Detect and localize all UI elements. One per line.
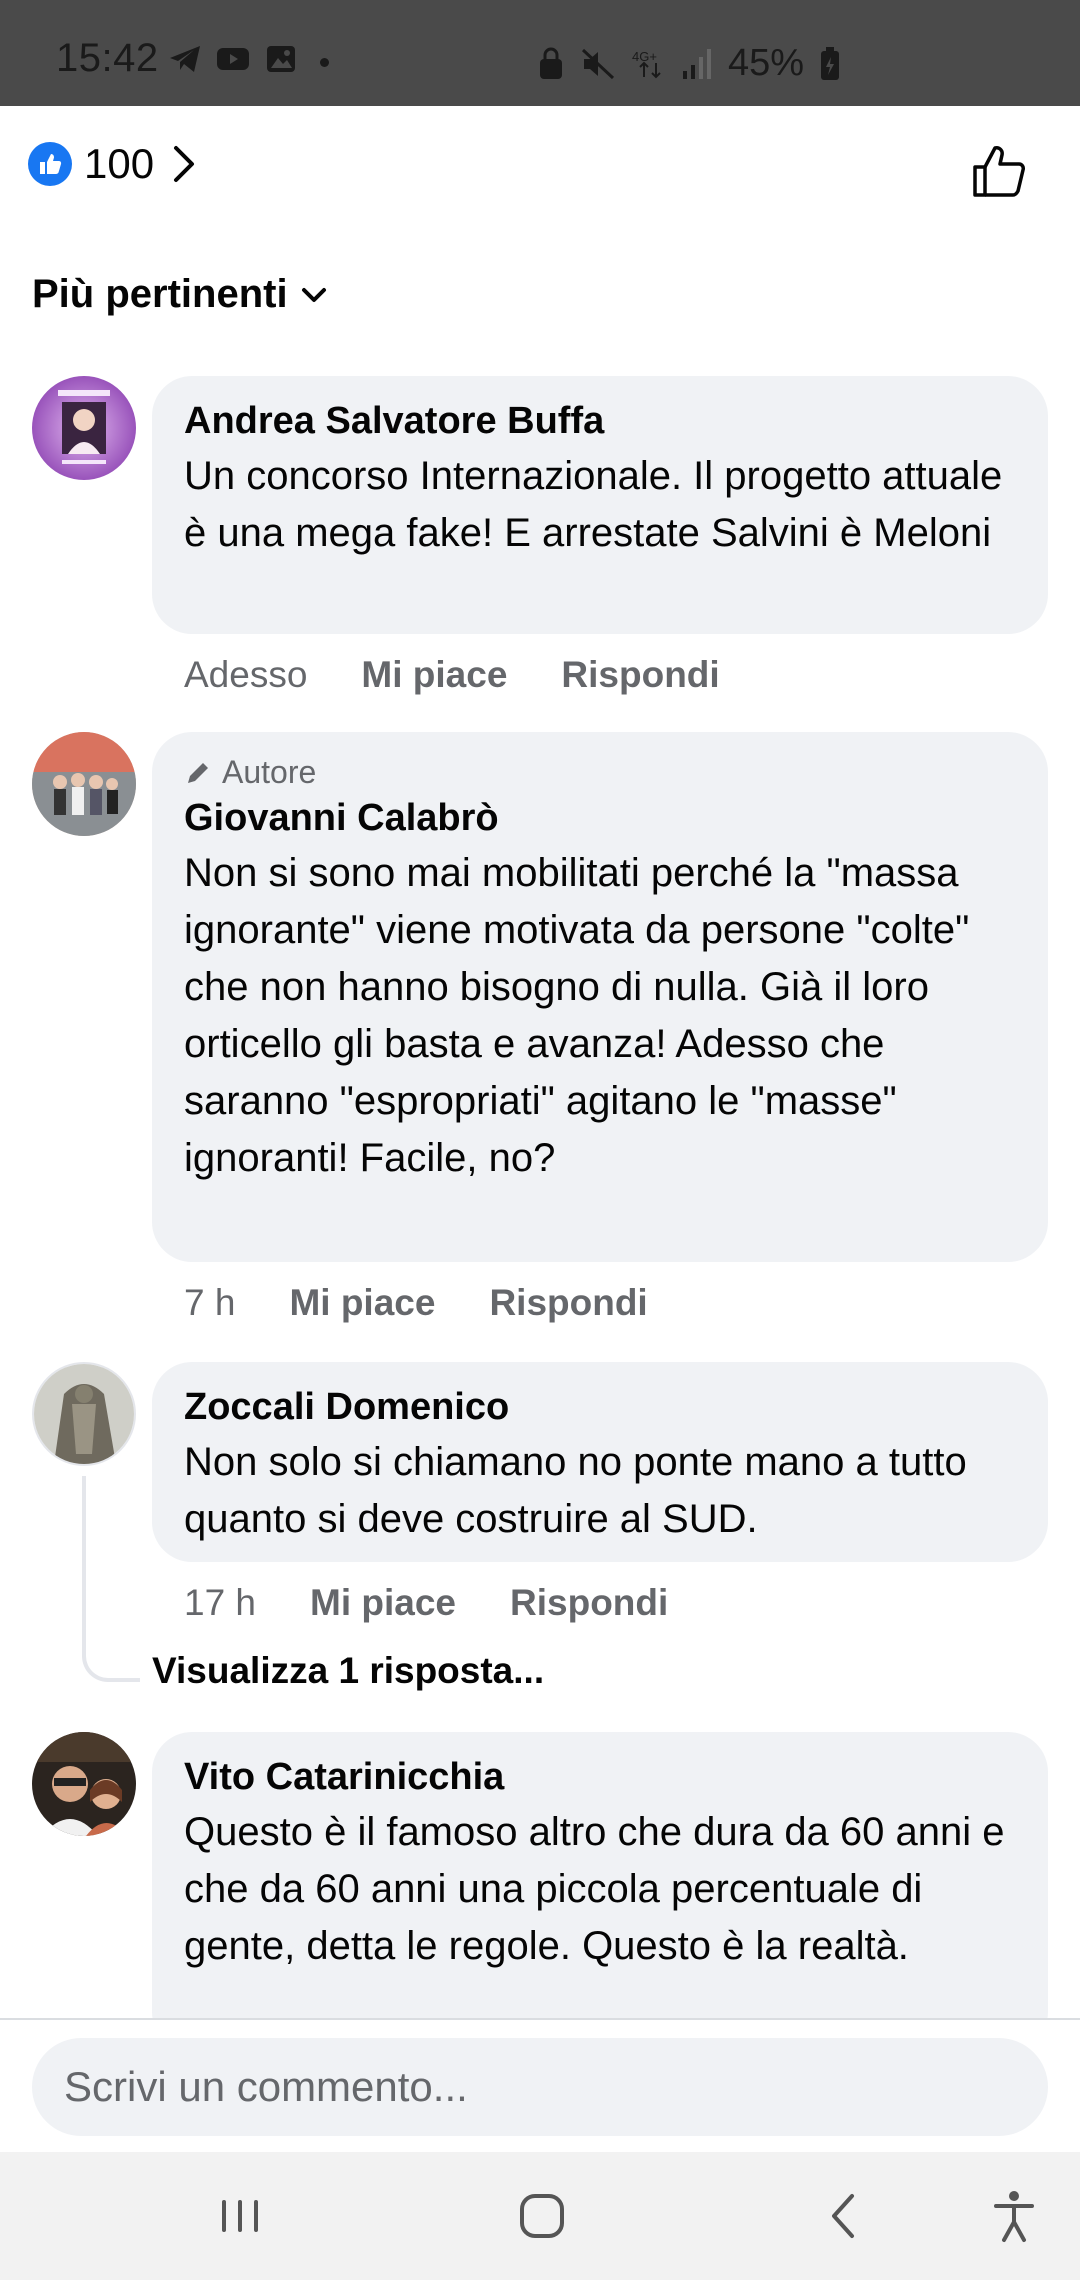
reply-button[interactable]: Rispondi — [489, 1282, 647, 1324]
notification-icons — [168, 44, 298, 74]
mute-icon — [581, 48, 615, 79]
home-button[interactable] — [512, 2186, 572, 2246]
comment-composer-bar: Scrivi un commento... — [0, 2018, 1080, 2152]
network-label: 4G+ — [632, 49, 657, 64]
author-badge-label: Autore — [222, 754, 317, 790]
comment-text: Questo è il famoso altro che dura da 60 … — [184, 1810, 1005, 1968]
avatar[interactable] — [32, 376, 136, 480]
reaction-count: 100 — [84, 140, 155, 187]
comment-author[interactable]: Andrea Salvatore Buffa — [184, 398, 1016, 444]
comment-author[interactable]: Zoccali Domenico — [184, 1384, 1016, 1430]
comment-author[interactable]: Vito Catarinicchia — [184, 1754, 1016, 1800]
reactions-summary[interactable]: 100 — [28, 140, 198, 188]
more-notifications-dot — [320, 58, 329, 67]
sort-dropdown[interactable]: Più pertinenti — [32, 272, 328, 317]
battery-icon — [821, 46, 840, 80]
comment-text: Non solo si chiamano no ponte mano a tut… — [184, 1440, 967, 1541]
pencil-icon — [188, 762, 208, 783]
lock-icon — [540, 47, 562, 79]
like-comment-button[interactable]: Mi piace — [289, 1282, 435, 1324]
comment-actions: Adesso Mi piace Rispondi — [184, 654, 720, 696]
comment-time[interactable]: Adesso — [184, 654, 307, 696]
chevron-down-icon — [301, 287, 326, 302]
avatar[interactable] — [32, 1732, 136, 1836]
avatar[interactable] — [32, 732, 136, 836]
avatar-image — [32, 1732, 136, 1836]
sort-label: Più pertinenti — [32, 272, 288, 316]
status-time: 15:42 — [56, 36, 159, 80]
comment-bubble[interactable]: Vito Catarinicchia Questo è il famoso al… — [152, 1732, 1048, 2052]
comment-time[interactable]: 7 h — [184, 1282, 235, 1324]
reply-button[interactable]: Rispondi — [510, 1582, 668, 1624]
chevron-right-icon — [174, 146, 195, 182]
reply-button[interactable]: Rispondi — [561, 654, 719, 696]
comment-bubble[interactable]: Andrea Salvatore Buffa Un concorso Inter… — [152, 376, 1048, 634]
avatar-image — [32, 732, 136, 836]
signal-icon — [683, 48, 711, 79]
battery-percentage: 45% — [728, 42, 805, 84]
comment-input[interactable]: Scrivi un commento... — [32, 2038, 1048, 2136]
comment-actions: 7 h Mi piace Rispondi — [184, 1282, 648, 1324]
gallery-icon — [267, 46, 295, 72]
youtube-icon — [217, 48, 249, 70]
comment-author[interactable]: Giovanni Calabrò — [184, 795, 1016, 841]
avatar[interactable] — [32, 1362, 136, 1466]
network-4g-icon: 4G+ — [632, 49, 661, 78]
avatar-image — [34, 1364, 134, 1464]
comment-bubble[interactable]: Zoccali Domenico Non solo si chiamano no… — [152, 1362, 1048, 1562]
comment-text: Un concorso Internazionale. Il progetto … — [184, 454, 1003, 555]
view-replies-link[interactable]: Visualizza 1 risposta... — [152, 1650, 544, 1692]
comment-actions: 17 h Mi piace Rispondi — [184, 1582, 668, 1624]
comment-text: Non si sono mai mobilitati perché la "ma… — [184, 851, 970, 1180]
like-reaction-icon — [28, 142, 72, 186]
system-navigation-bar — [0, 2152, 1080, 2280]
telegram-icon — [170, 46, 200, 72]
comment-bubble[interactable]: Autore Giovanni Calabrò Non si sono mai … — [152, 732, 1048, 1262]
status-bar: 15:42 4G+ 45% — [0, 0, 1080, 106]
accessibility-icon[interactable] — [984, 2186, 1044, 2246]
comment-input-placeholder: Scrivi un commento... — [64, 2063, 468, 2110]
like-comment-button[interactable]: Mi piace — [361, 654, 507, 696]
system-icons: 4G+ 45% — [538, 42, 840, 85]
reply-thread-line — [82, 1476, 140, 1682]
back-button[interactable] — [814, 2186, 874, 2246]
like-post-button[interactable] — [970, 142, 1028, 200]
comment-time[interactable]: 17 h — [184, 1582, 256, 1624]
recent-apps-button[interactable] — [210, 2186, 270, 2246]
like-comment-button[interactable]: Mi piace — [310, 1582, 456, 1624]
avatar-image — [32, 376, 136, 480]
author-badge: Autore — [184, 754, 1016, 791]
